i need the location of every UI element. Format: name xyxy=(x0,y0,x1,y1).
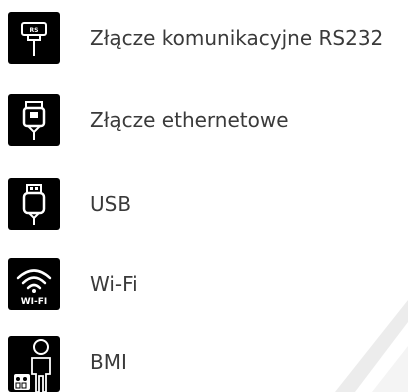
list-item-label: Złącze ethernetowe xyxy=(90,108,289,132)
list-item-label: USB xyxy=(90,192,132,216)
list-item-wifi: WI-FI Wi-Fi xyxy=(8,258,408,310)
list-item-bmi: BMI xyxy=(8,336,408,392)
rs232-connector-icon: RS xyxy=(8,12,60,64)
svg-text:RS: RS xyxy=(30,27,39,34)
usb-connector-icon xyxy=(8,178,60,230)
list-item-usb: USB xyxy=(8,178,408,230)
bmi-person-icon xyxy=(8,336,60,392)
ethernet-connector-icon xyxy=(8,94,60,146)
list-item-label: BMI xyxy=(90,350,127,374)
wifi-icon-text: WI-FI xyxy=(21,297,48,307)
feature-list: RS Złącze komunikacyjne RS232 Złącze eth… xyxy=(0,0,408,392)
list-item-label: Wi-Fi xyxy=(90,272,138,296)
list-item-rs232: RS Złącze komunikacyjne RS232 xyxy=(8,12,408,64)
wifi-icon: WI-FI xyxy=(8,258,60,310)
list-item-label: Złącze komunikacyjne RS232 xyxy=(90,26,384,50)
list-item-ethernet: Złącze ethernetowe xyxy=(8,94,408,146)
